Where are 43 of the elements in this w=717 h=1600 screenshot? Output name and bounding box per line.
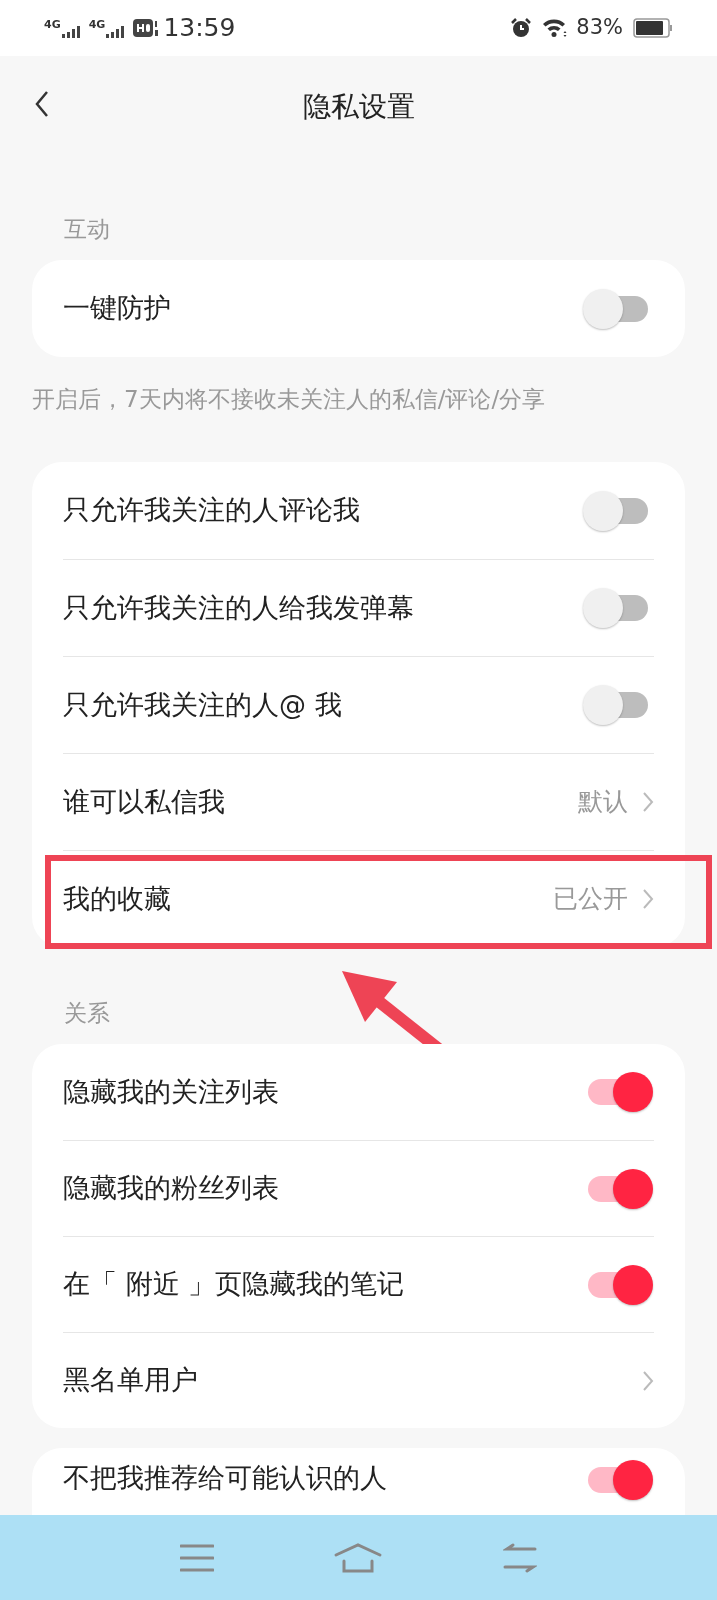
settings-row[interactable]: 只允许我关注的人给我发弹幕 bbox=[63, 559, 654, 656]
row-label: 只允许我关注的人给我发弹幕 bbox=[63, 590, 414, 625]
section-label: 关系 bbox=[64, 998, 110, 1028]
settings-row[interactable]: 只允许我关注的人@ 我 bbox=[63, 656, 654, 753]
row-label: 谁可以私信我 bbox=[63, 784, 225, 819]
row-label: 黑名单用户 bbox=[63, 1363, 198, 1398]
menu-icon[interactable] bbox=[180, 1543, 215, 1572]
row-label: 在「 附近 」页隐藏我的笔记 bbox=[63, 1267, 405, 1302]
battery-icon bbox=[633, 18, 673, 38]
row-label: 我的收藏 bbox=[63, 881, 171, 916]
page-title: 隐私设置 bbox=[302, 89, 415, 125]
row-label: 只允许我关注的人评论我 bbox=[63, 493, 360, 528]
home-icon[interactable] bbox=[334, 1542, 383, 1573]
hd-icon bbox=[133, 18, 160, 38]
network-label: 4G bbox=[88, 18, 106, 30]
section-label: 互动 bbox=[64, 214, 110, 244]
settings-row[interactable]: 谁可以私信我 默认 bbox=[63, 753, 654, 850]
settings-row[interactable]: 我的收藏 已公开 bbox=[63, 850, 654, 947]
row-value: 默认 bbox=[578, 786, 628, 819]
clock-time: 13:59 bbox=[163, 12, 236, 45]
settings-row[interactable]: 一键防护 bbox=[63, 260, 654, 357]
chevron-icon bbox=[642, 791, 654, 813]
chevron-icon bbox=[642, 888, 654, 910]
chevron-icon bbox=[642, 1369, 654, 1392]
back-icon[interactable] bbox=[34, 90, 50, 118]
row-value: 已公开 bbox=[553, 883, 628, 916]
settings-row[interactable]: 在「 附近 」页隐藏我的笔记 bbox=[63, 1236, 654, 1332]
battery-percent: 83% bbox=[576, 14, 623, 42]
wifi-icon bbox=[542, 18, 569, 38]
settings-row[interactable]: 隐藏我的粉丝列表 bbox=[63, 1140, 654, 1236]
row-label: 隐藏我的粉丝列表 bbox=[63, 1171, 279, 1206]
settings-row[interactable]: 只允许我关注的人评论我 bbox=[63, 462, 654, 559]
alarm-icon bbox=[510, 17, 533, 39]
hint-text: 开启后，7天内将不接收未关注人的私信/评论/分享 bbox=[32, 386, 546, 412]
row-label: 一键防护 bbox=[63, 291, 171, 326]
row-label: 只允许我关注的人@ 我 bbox=[63, 687, 342, 722]
settings-row[interactable]: 黑名单用户 bbox=[63, 1332, 654, 1428]
settings-row[interactable]: 隐藏我的关注列表 bbox=[63, 1044, 654, 1140]
signal-icon bbox=[60, 25, 83, 38]
row-label: 不把我推荐给可能认识的人 bbox=[63, 1461, 387, 1495]
row-label: 隐藏我的关注列表 bbox=[63, 1074, 279, 1109]
back-nav-icon[interactable] bbox=[502, 1542, 537, 1573]
network-label: 4G bbox=[44, 18, 61, 30]
